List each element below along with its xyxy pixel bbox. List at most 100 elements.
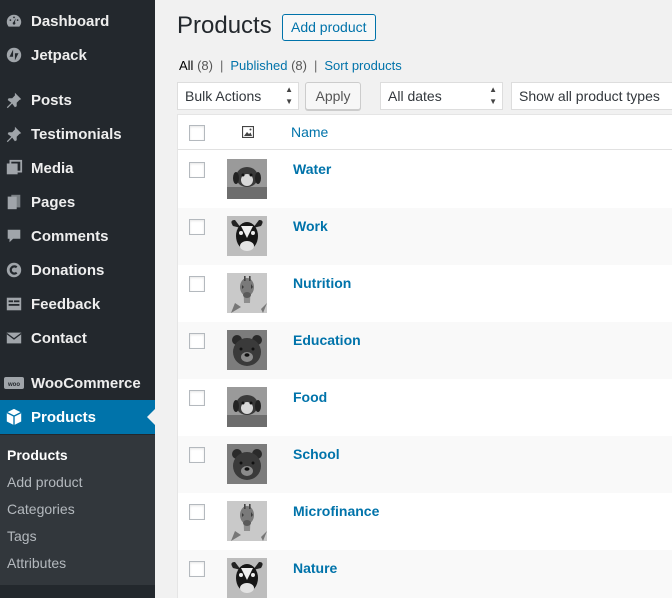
row-checkbox[interactable] xyxy=(189,561,205,577)
menu-item-jetpack[interactable]: Jetpack xyxy=(0,38,155,72)
product-thumbnail[interactable] xyxy=(227,159,267,199)
product-name-link[interactable]: Water xyxy=(293,161,331,177)
comment-icon xyxy=(4,226,24,246)
product-name-link[interactable]: Work xyxy=(293,218,328,234)
menu-label: Donations xyxy=(31,261,105,279)
row-checkbox[interactable] xyxy=(189,276,205,292)
menu-label: Jetpack xyxy=(31,46,87,64)
filter-published-label: Published xyxy=(230,58,288,73)
row-checkbox[interactable] xyxy=(189,333,205,349)
product-name-link[interactable]: Microfinance xyxy=(293,503,379,519)
table-row: Nature xyxy=(178,550,672,598)
table-row: Water xyxy=(178,151,672,208)
product-thumbnail[interactable] xyxy=(227,501,267,541)
product-thumbnail[interactable] xyxy=(227,330,267,370)
table-row: Nutrition xyxy=(178,265,672,322)
filter-published[interactable]: Published (8) xyxy=(230,58,307,73)
products-submenu: Products Add product Categories Tags Att… xyxy=(0,435,155,585)
name-column-header[interactable]: Name xyxy=(291,124,328,140)
table-row: Education xyxy=(178,322,672,379)
pin-icon xyxy=(4,124,24,144)
box-icon xyxy=(4,407,24,427)
product-thumbnail[interactable] xyxy=(227,216,267,256)
select-arrows-icon: ▲ ▼ xyxy=(285,85,293,106)
bulk-actions-value: Bulk Actions xyxy=(185,88,262,104)
submenu-item-tags[interactable]: Tags xyxy=(7,528,37,544)
products-table: Name Water Work Nutrition Education Food Scho… xyxy=(177,114,672,598)
product-thumbnail[interactable] xyxy=(227,444,267,484)
menu-item-donations[interactable]: Donations xyxy=(0,253,155,287)
select-arrows-icon: ▲ ▼ xyxy=(489,85,497,106)
product-thumbnail[interactable] xyxy=(227,273,267,313)
add-product-button[interactable]: Add product xyxy=(282,14,376,41)
filter-all[interactable]: All (8) xyxy=(179,58,213,73)
menu-item-testimonials[interactable]: Testimonials xyxy=(0,117,155,151)
menu-item-pages[interactable]: Pages xyxy=(0,185,155,219)
menu-label: Testimonials xyxy=(31,125,122,143)
status-filter-links: All (8) | Published (8) | Sort products xyxy=(179,58,402,73)
menu-label: WooCommerce xyxy=(31,374,141,392)
submenu-item-categories[interactable]: Categories xyxy=(7,501,75,517)
image-column-icon xyxy=(241,125,255,143)
separator: | xyxy=(313,58,318,73)
select-all-checkbox[interactable] xyxy=(189,125,205,141)
product-name-link[interactable]: Education xyxy=(293,332,361,348)
menu-item-products[interactable]: Products xyxy=(0,400,155,434)
menu-item-feedback[interactable]: Feedback xyxy=(0,287,155,321)
menu-label: Contact xyxy=(31,329,87,347)
menu-item-dashboard[interactable]: Dashboard xyxy=(0,4,155,38)
table-row: Food xyxy=(178,379,672,436)
product-type-value: Show all product types xyxy=(519,88,660,104)
menu-item-woocommerce[interactable]: woo WooCommerce xyxy=(0,366,155,400)
page-title: Products xyxy=(177,12,272,39)
table-row: School xyxy=(178,436,672,493)
menu-item-contact[interactable]: Contact xyxy=(0,321,155,355)
product-name-link[interactable]: School xyxy=(293,446,340,462)
date-filter-select[interactable]: All dates ▲ ▼ xyxy=(380,82,503,110)
row-checkbox[interactable] xyxy=(189,504,205,520)
menu-label: Comments xyxy=(31,227,109,245)
table-row: Microfinance xyxy=(178,493,672,550)
svg-text:woo: woo xyxy=(7,382,20,388)
filter-all-label: All xyxy=(179,58,194,73)
product-name-link[interactable]: Food xyxy=(293,389,327,405)
table-row: Work xyxy=(178,208,672,265)
menu-label: Products xyxy=(31,408,97,426)
main-content: Products Add product All (8) | Published (… xyxy=(155,0,672,598)
menu-label: Dashboard xyxy=(31,12,110,30)
menu-label: Posts xyxy=(31,91,72,109)
pages-icon xyxy=(4,192,24,212)
product-thumbnail[interactable] xyxy=(227,387,267,427)
donation-icon xyxy=(4,260,24,280)
woo-icon: woo xyxy=(4,373,24,393)
filter-all-count: (8) xyxy=(197,58,213,73)
submenu-item-products[interactable]: Products xyxy=(7,447,68,463)
product-type-select[interactable]: Show all product types xyxy=(511,82,672,110)
menu-item-comments[interactable]: Comments xyxy=(0,219,155,253)
row-checkbox[interactable] xyxy=(189,219,205,235)
pin-icon xyxy=(4,90,24,110)
submenu-item-add-product[interactable]: Add product xyxy=(7,474,83,490)
product-name-link[interactable]: Nature xyxy=(293,560,337,576)
dashboard-icon xyxy=(4,11,24,31)
separator: | xyxy=(219,58,224,73)
sort-products-link[interactable]: Sort products xyxy=(324,58,401,73)
product-name-link[interactable]: Nutrition xyxy=(293,275,351,291)
bulk-actions-select[interactable]: Bulk Actions ▲ ▼ xyxy=(177,82,299,110)
row-checkbox[interactable] xyxy=(189,162,205,178)
apply-button[interactable]: Apply xyxy=(305,82,361,110)
filter-published-count: (8) xyxy=(291,58,307,73)
row-checkbox[interactable] xyxy=(189,447,205,463)
jetpack-icon xyxy=(4,45,24,65)
product-thumbnail[interactable] xyxy=(227,558,267,598)
date-filter-value: All dates xyxy=(388,88,442,104)
menu-item-media[interactable]: Media xyxy=(0,151,155,185)
menu-label: Feedback xyxy=(31,295,101,313)
submenu-item-attributes[interactable]: Attributes xyxy=(7,555,66,571)
row-checkbox[interactable] xyxy=(189,390,205,406)
table-header: Name xyxy=(178,115,672,150)
menu-item-posts[interactable]: Posts xyxy=(0,83,155,117)
media-icon xyxy=(4,158,24,178)
admin-sidebar: Dashboard Jetpack Posts Testimonials Med… xyxy=(0,0,155,598)
mail-icon xyxy=(4,328,24,348)
